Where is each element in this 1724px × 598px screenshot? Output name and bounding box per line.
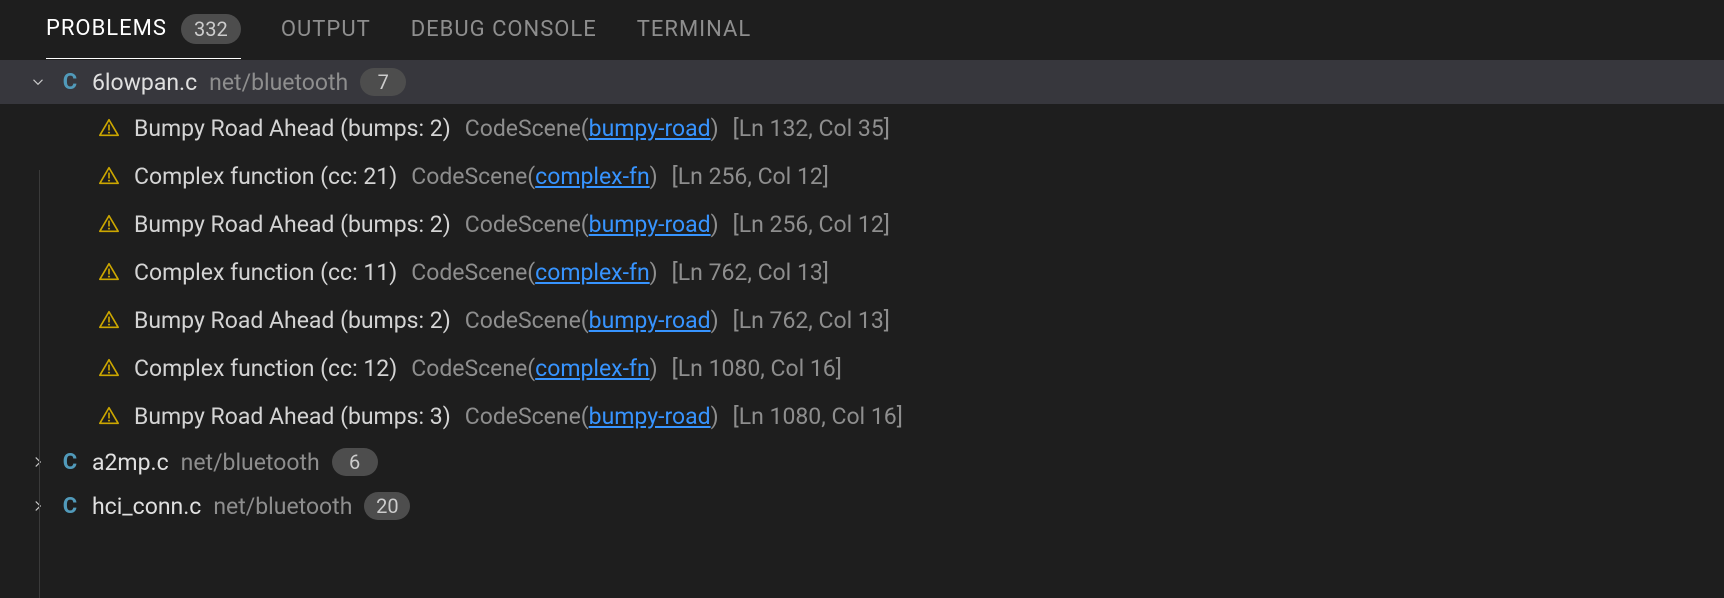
tab-problems[interactable]: PROBLEMS 332 [46,14,241,59]
c-file-icon: C [60,70,80,95]
problem-source: CodeScene(complex-fn) [411,355,657,382]
problem-message: Complex function (cc: 21) [134,163,397,190]
problem-message: Bumpy Road Ahead (bumps: 2) [134,307,451,334]
indent-guide [39,170,40,598]
file-folder: net/bluetooth [209,69,348,96]
chevron-right-icon[interactable] [28,452,48,472]
file-folder: net/bluetooth [181,449,320,476]
tab-terminal-label: TERMINAL [637,17,751,42]
tab-output[interactable]: OUTPUT [281,17,371,56]
chevron-down-icon[interactable] [28,72,48,92]
file-folder: net/bluetooth [213,493,352,520]
problem-row[interactable]: Complex function (cc: 12) CodeScene(compl… [0,344,1724,392]
problem-location: [Ln 762, Col 13] [672,259,829,286]
warning-icon [98,213,120,235]
problem-source: CodeScene(complex-fn) [411,163,657,190]
problem-row[interactable]: Bumpy Road Ahead (bumps: 2) CodeScene(bum… [0,296,1724,344]
warning-icon [98,405,120,427]
problem-message: Bumpy Road Ahead (bumps: 3) [134,403,451,430]
warning-icon [98,261,120,283]
problem-source: CodeScene(bumpy-road) [465,307,719,334]
problem-rule-link[interactable]: bumpy-road [589,403,711,430]
problem-message: Bumpy Road Ahead (bumps: 2) [134,115,451,142]
warning-icon [98,117,120,139]
c-file-icon: C [60,450,80,475]
problem-row[interactable]: Complex function (cc: 11) CodeScene(compl… [0,248,1724,296]
problem-location: [Ln 1080, Col 16] [672,355,842,382]
problem-row[interactable]: Complex function (cc: 21) CodeScene(compl… [0,152,1724,200]
problems-count-badge: 332 [181,14,241,44]
problem-message: Bumpy Road Ahead (bumps: 2) [134,211,451,238]
problem-source: CodeScene(bumpy-road) [465,211,719,238]
problems-panel: PROBLEMS 332 OUTPUT DEBUG CONSOLE TERMIN… [0,0,1724,598]
file-name: 6lowpan.c [92,69,197,96]
problem-location: [Ln 132, Col 35] [733,115,890,142]
warning-icon [98,309,120,331]
file-name: hci_conn.c [92,493,201,520]
file-row[interactable]: C 6lowpan.c net/bluetooth 7 [0,60,1724,104]
problem-rule-link[interactable]: bumpy-road [589,211,711,238]
tab-debug-console-label: DEBUG CONSOLE [411,17,597,42]
problem-location: [Ln 256, Col 12] [672,163,829,190]
problem-row[interactable]: Bumpy Road Ahead (bumps: 3) CodeScene(bum… [0,392,1724,440]
problem-location: [Ln 256, Col 12] [733,211,890,238]
problem-row[interactable]: Bumpy Road Ahead (bumps: 2) CodeScene(bum… [0,104,1724,152]
problem-rule-link[interactable]: bumpy-road [589,115,711,142]
chevron-right-icon[interactable] [28,496,48,516]
problem-message: Complex function (cc: 11) [134,259,397,286]
tab-debug-console[interactable]: DEBUG CONSOLE [411,17,597,56]
problem-rule-link[interactable]: complex-fn [535,163,650,190]
tab-terminal[interactable]: TERMINAL [637,17,751,56]
file-problem-count-badge: 20 [364,492,410,520]
problem-row[interactable]: Bumpy Road Ahead (bumps: 2) CodeScene(bum… [0,200,1724,248]
problem-location: [Ln 1080, Col 16] [733,403,903,430]
warning-icon [98,165,120,187]
file-row[interactable]: Chci_conn.c net/bluetooth 20 [0,484,1724,528]
problem-source: CodeScene(complex-fn) [411,259,657,286]
problem-rule-link[interactable]: bumpy-road [589,307,711,334]
file-problem-count-badge: 7 [360,68,406,96]
problem-location: [Ln 762, Col 13] [733,307,890,334]
panel-tabs: PROBLEMS 332 OUTPUT DEBUG CONSOLE TERMIN… [0,0,1724,60]
tab-problems-label: PROBLEMS [46,16,167,41]
c-file-icon: C [60,494,80,519]
file-row[interactable]: Ca2mp.c net/bluetooth 6 [0,440,1724,484]
problem-rule-link[interactable]: complex-fn [535,355,650,382]
problem-rule-link[interactable]: complex-fn [535,259,650,286]
problem-source: CodeScene(bumpy-road) [465,403,719,430]
tab-output-label: OUTPUT [281,17,371,42]
file-problem-count-badge: 6 [332,448,378,476]
file-name: a2mp.c [92,449,169,476]
warning-icon [98,357,120,379]
problem-source: CodeScene(bumpy-road) [465,115,719,142]
problems-tree[interactable]: C 6lowpan.c net/bluetooth 7 Bumpy Road Ahead… [0,60,1724,598]
problem-message: Complex function (cc: 12) [134,355,397,382]
